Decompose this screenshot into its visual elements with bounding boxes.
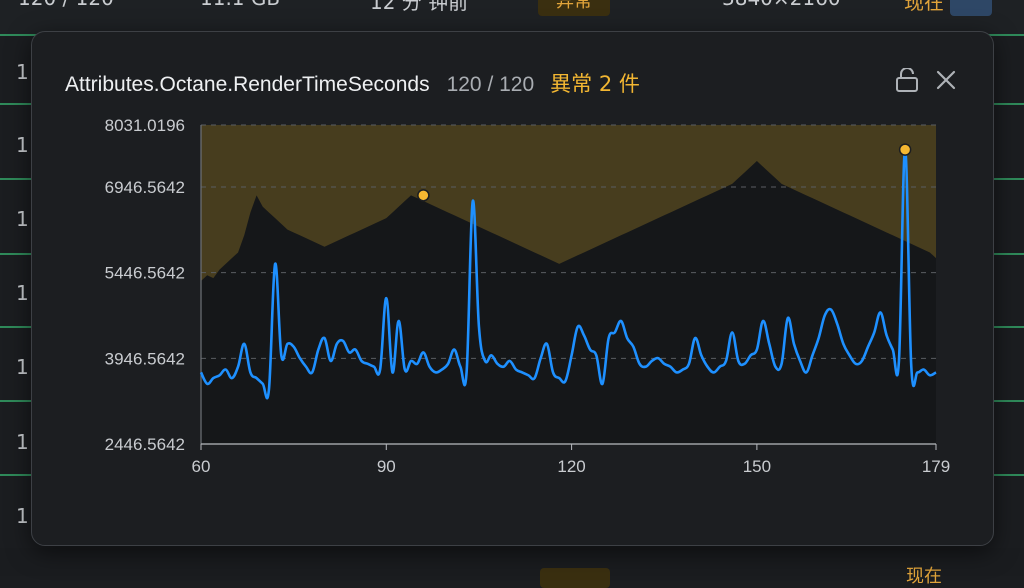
bg-chip [950,0,992,16]
bg-bottom-badge [540,568,610,588]
anomaly-point [417,189,430,202]
bg-bottom-status: 现在 [906,566,942,587]
attribute-chart-modal: Attributes.Octane.RenderTimeSeconds 120 … [31,31,994,546]
render-time-line-chart: 8031.0196 6946.5642 5446.5642 3946.5642 2446… [105,116,951,476]
bg-resolution-value: 3840×2160 [722,0,841,10]
anomaly-point [898,143,912,156]
x-tick-label: 120 [557,457,585,476]
y-tick-label: 6946.5642 [105,178,185,197]
y-tick-label: 8031.0196 [105,116,185,135]
x-tick-label: 179 [922,457,950,476]
x-tick-label: 150 [743,457,771,476]
bg-rows-value: 120 / 120 [18,0,114,10]
y-tick-label: 2446.5642 [105,435,185,454]
bg-bottom-row [0,548,1024,576]
x-tick-label: 60 [192,457,211,476]
y-tick-label: 3946.5642 [105,349,185,368]
bg-status-badge: 异常 [538,0,610,16]
bg-memory-value: 11.1 GB [200,0,280,10]
bg-time-value: 12 分 钟前 [370,0,469,14]
x-tick-label: 90 [377,457,396,476]
y-tick-label: 5446.5642 [105,264,185,283]
bg-extra-value: 现在 [904,0,944,14]
